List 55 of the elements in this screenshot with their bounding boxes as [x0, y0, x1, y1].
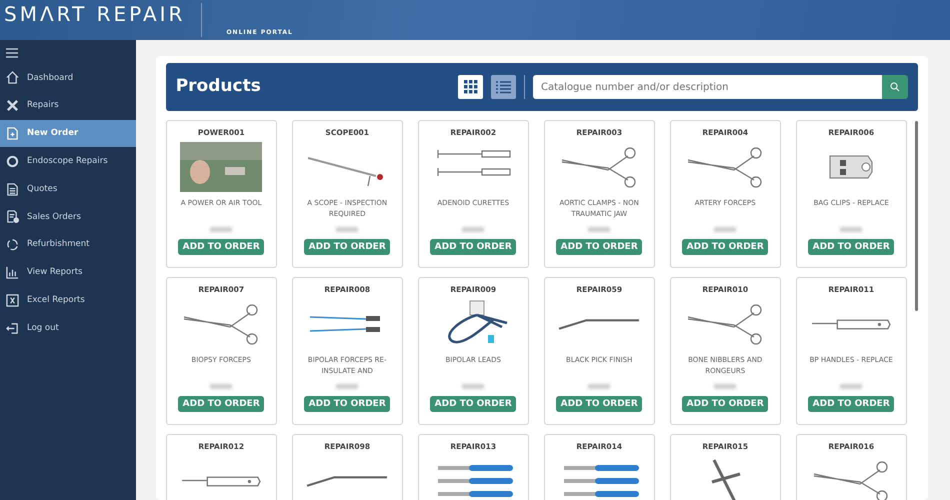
search-field[interactable]: Catalogue number and/or description	[533, 75, 882, 99]
ring-icon	[6, 154, 19, 168]
sidebar-item[interactable]: Excel Reports	[0, 286, 136, 314]
blurred-price	[840, 227, 862, 232]
home-icon	[6, 71, 19, 84]
add-to-order-button[interactable]: ADD TO ORDER	[304, 396, 390, 412]
cycle-icon	[6, 238, 19, 252]
grid-view-button[interactable]	[458, 75, 483, 99]
document-icon	[6, 182, 19, 196]
sidebar-item[interactable]: Repairs	[0, 92, 136, 120]
sidebar-item[interactable]: Endoscope Repairs	[0, 147, 136, 176]
blurred-price	[840, 384, 862, 390]
sidebar-item[interactable]: Refurbishment	[0, 230, 136, 259]
blurred-price	[462, 227, 484, 232]
add-to-order-button[interactable]: ADD TO ORDER	[304, 239, 390, 256]
sidebar-item[interactable]: View Reports	[0, 258, 136, 286]
blurred-price	[462, 384, 484, 390]
blurred-price	[210, 227, 232, 232]
blurred-price	[588, 384, 610, 390]
blurred-price	[336, 384, 358, 390]
sidebar-item[interactable]: Log out	[0, 314, 136, 342]
sidebar-item[interactable]: Sales Orders	[0, 202, 136, 231]
list-view-button[interactable]	[491, 75, 516, 99]
tools-icon	[6, 99, 19, 112]
sidebar-item[interactable]: Dashboard	[0, 64, 136, 92]
bar-chart-icon	[6, 266, 19, 279]
scrollbar[interactable]	[914, 121, 918, 311]
add-to-order-button[interactable]: ADD TO ORDER	[178, 396, 264, 412]
blurred-price	[336, 227, 358, 232]
grid-icon	[464, 80, 478, 94]
menu-icon[interactable]	[6, 48, 18, 58]
document-coin-icon	[6, 210, 19, 224]
spreadsheet-icon	[6, 294, 19, 307]
add-to-order-button[interactable]: ADD TO ORDER	[556, 239, 642, 256]
add-to-order-button[interactable]: ADD TO ORDER	[178, 239, 264, 256]
new-document-icon	[6, 126, 19, 140]
add-to-order-button[interactable]: ADD TO ORDER	[430, 396, 516, 412]
add-to-order-button[interactable]: ADD TO ORDER	[808, 396, 894, 412]
blurred-price	[714, 384, 736, 390]
add-to-order-button[interactable]: ADD TO ORDER	[682, 239, 768, 256]
add-to-order-button[interactable]: ADD TO ORDER	[808, 239, 894, 256]
blurred-price	[588, 227, 610, 232]
search-button[interactable]	[882, 75, 908, 99]
list-icon	[496, 80, 511, 94]
sidebar-item[interactable]: Quotes	[0, 175, 136, 203]
add-to-order-button[interactable]: ADD TO ORDER	[430, 239, 516, 256]
blurred-price	[210, 384, 232, 390]
add-to-order-button[interactable]: ADD TO ORDER	[682, 396, 768, 412]
logo-text: SMΛRT REPAIR	[4, 1, 186, 28]
add-to-order-button[interactable]: ADD TO ORDER	[556, 396, 642, 412]
blurred-price	[714, 227, 736, 232]
page-title: Products	[176, 75, 261, 98]
logout-icon	[6, 322, 19, 335]
sidebar-item[interactable]: New Order	[0, 120, 136, 148]
search-icon	[890, 82, 900, 92]
